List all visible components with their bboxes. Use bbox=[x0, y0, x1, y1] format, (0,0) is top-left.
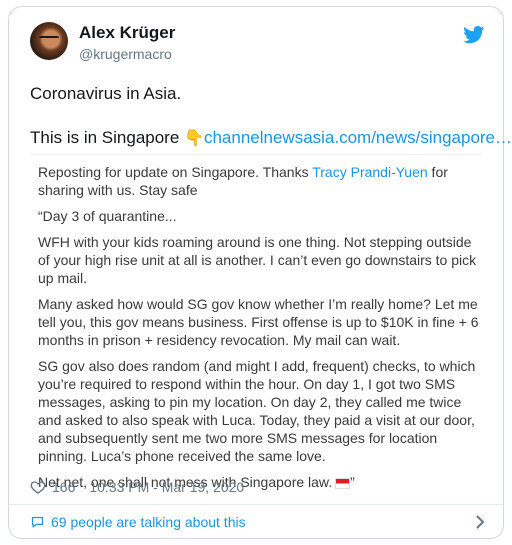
display-name[interactable]: Alex Krüger bbox=[79, 23, 175, 43]
tweet-text: Coronavirus in Asia. This is in Singapor… bbox=[30, 83, 512, 150]
tweet-line-2: This is in Singapore 👇channelnewsasia.co… bbox=[30, 127, 512, 150]
quote-paragraph-2: “Day 3 of quarantine... bbox=[38, 208, 177, 224]
avatar-glasses bbox=[39, 36, 59, 43]
speech-bubble-icon bbox=[31, 516, 44, 527]
quote-p1-prefix: Reposting for update on Singapore. Thank… bbox=[38, 164, 313, 180]
quote-paragraph-1: Reposting for update on Singapore. Thank… bbox=[38, 163, 482, 199]
user-handle[interactable]: @krugermacro bbox=[79, 46, 172, 62]
quote-p6-end: ” bbox=[350, 474, 355, 490]
divider bbox=[9, 504, 503, 505]
tweet-line-2-prefix: This is in Singapore bbox=[30, 128, 185, 147]
article-link[interactable]: channelnewsasia.com/news/singapore… bbox=[204, 128, 512, 147]
quote-paragraph-3: WFH with your kids roaming around is one… bbox=[38, 234, 477, 286]
timestamp[interactable]: 10:33 PM - Mar 19, 2020 bbox=[89, 479, 244, 495]
twitter-bird-icon[interactable] bbox=[463, 26, 485, 44]
tweet-line-spacer bbox=[30, 105, 495, 127]
like-count[interactable]: 166 bbox=[52, 479, 75, 495]
chevron-right-icon[interactable] bbox=[475, 515, 485, 529]
quote-paragraph-4: Many asked how would SG gov know whether… bbox=[38, 296, 479, 348]
talking-about-link[interactable]: 69 people are talking about this bbox=[30, 514, 485, 530]
tweet-card: Alex Krüger @krugermacro Coronavirus in … bbox=[8, 6, 512, 539]
heart-icon[interactable] bbox=[30, 479, 46, 495]
tweet-line-1: Coronavirus in Asia. bbox=[30, 84, 182, 103]
quote-paragraph-5: SG gov also does random (and might I add… bbox=[38, 358, 476, 464]
quoted-text-image: Reposting for update on Singapore. Thank… bbox=[30, 154, 482, 490]
backhand-index-pointing-down-icon: 👇 bbox=[184, 130, 204, 147]
avatar[interactable] bbox=[30, 22, 68, 60]
talking-about-label: 69 people are talking about this bbox=[51, 514, 246, 530]
tweet-meta: 166 10:33 PM - Mar 19, 2020 bbox=[30, 479, 244, 495]
mention-link: Tracy Prandi-Yuen bbox=[312, 164, 428, 180]
singapore-flag-icon bbox=[335, 477, 351, 489]
